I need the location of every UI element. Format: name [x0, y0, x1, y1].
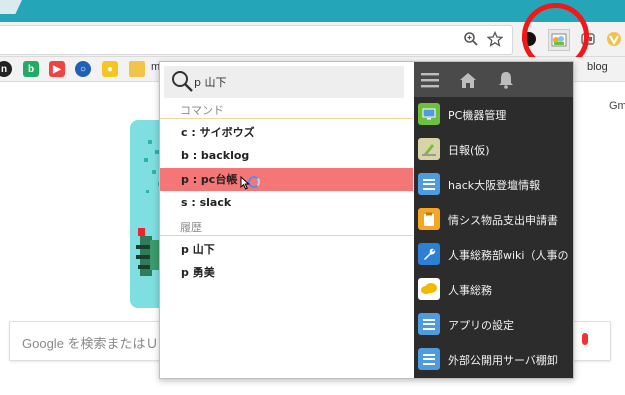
command-item[interactable]: s : slack: [160, 191, 413, 214]
app-label: 人事総務: [448, 284, 492, 297]
bookmark-media-icon[interactable]: ▶: [49, 61, 65, 77]
popup-search-field[interactable]: p 山下: [164, 66, 404, 98]
app-label: 情シス物品支出申請書: [448, 214, 558, 227]
monitor-icon: [418, 103, 440, 125]
search-icon: [172, 71, 193, 92]
app-item-app-settings[interactable]: アプリの設定: [414, 307, 573, 342]
command-item[interactable]: b : backlog: [160, 144, 413, 167]
history-section-label: 履歴: [180, 221, 202, 234]
app-label: 日報(仮): [448, 144, 490, 157]
command-item-selected[interactable]: p : pc台帳: [160, 168, 413, 191]
list-icon: [418, 348, 440, 370]
app-sidebar: PC機器管理 日報(仮) hack大阪登壇情報 情シス物品支出申請書 人事総務部…: [414, 62, 573, 378]
app-label: hack大阪登壇情報: [448, 179, 541, 192]
sidebar-header: [414, 62, 573, 97]
bookmark-label-blog[interactable]: blog: [587, 61, 608, 73]
bookmark-ring-icon[interactable]: ○: [75, 61, 91, 77]
microphone-icon[interactable]: [582, 333, 588, 345]
history-item[interactable]: p 山下: [160, 238, 413, 261]
zoom-icon[interactable]: [462, 30, 480, 48]
list-icon: [418, 313, 440, 335]
app-item-server-inventory[interactable]: 外部公開用サーバ棚卸: [414, 342, 573, 377]
commands-section-label: コマンド: [180, 104, 224, 117]
address-bar[interactable]: [0, 25, 513, 55]
app-item-hr-wiki[interactable]: 人事総務部wiki（人事の: [414, 237, 573, 272]
gmail-link[interactable]: Gm: [609, 100, 625, 112]
app-label: PC機器管理: [448, 109, 507, 122]
mouse-cursor-icon: [240, 176, 250, 190]
bookmark-n-icon[interactable]: n: [0, 61, 12, 77]
app-item-hr-general[interactable]: 人事総務: [414, 272, 573, 307]
command-item[interactable]: c : サイボウズ: [160, 121, 413, 144]
popup-search-input[interactable]: p 山下: [194, 74, 226, 90]
browser-tab[interactable]: [0, 0, 22, 14]
bookmark-b-icon[interactable]: b: [23, 61, 39, 77]
clipboard-icon: [418, 208, 440, 230]
bell-icon[interactable]: [494, 68, 518, 92]
app-item-daily-report[interactable]: 日報(仮): [414, 132, 573, 167]
wrench-icon: [418, 243, 440, 265]
cloud-icon: [418, 278, 440, 300]
divider: [160, 118, 413, 119]
diary-icon: [418, 138, 440, 160]
app-item-hack-osaka[interactable]: hack大阪登壇情報: [414, 167, 573, 202]
folder-icon[interactable]: [129, 61, 145, 77]
history-item[interactable]: p 勇美: [160, 261, 413, 284]
divider: [160, 235, 413, 236]
home-icon[interactable]: [456, 68, 480, 92]
extension-v-icon[interactable]: [605, 30, 623, 48]
app-item-expense-request[interactable]: 情シス物品支出申請書: [414, 202, 573, 237]
menu-icon[interactable]: [418, 68, 442, 92]
app-label: アプリの設定: [448, 319, 514, 332]
app-item-pc-management[interactable]: PC機器管理: [414, 97, 573, 132]
google-search-placeholder: Google を検索またはＵ: [22, 336, 159, 351]
launcher-popup: p 山下 コマンド c : サイボウズ b : backlog p : pc台帳…: [159, 61, 574, 379]
star-icon[interactable]: [486, 30, 504, 48]
app-label: 外部公開用サーバ棚卸: [448, 354, 558, 367]
list-icon: [418, 173, 440, 195]
bookmark-yellow-icon[interactable]: ●: [102, 61, 118, 77]
app-label: 人事総務部wiki（人事の: [448, 249, 569, 262]
